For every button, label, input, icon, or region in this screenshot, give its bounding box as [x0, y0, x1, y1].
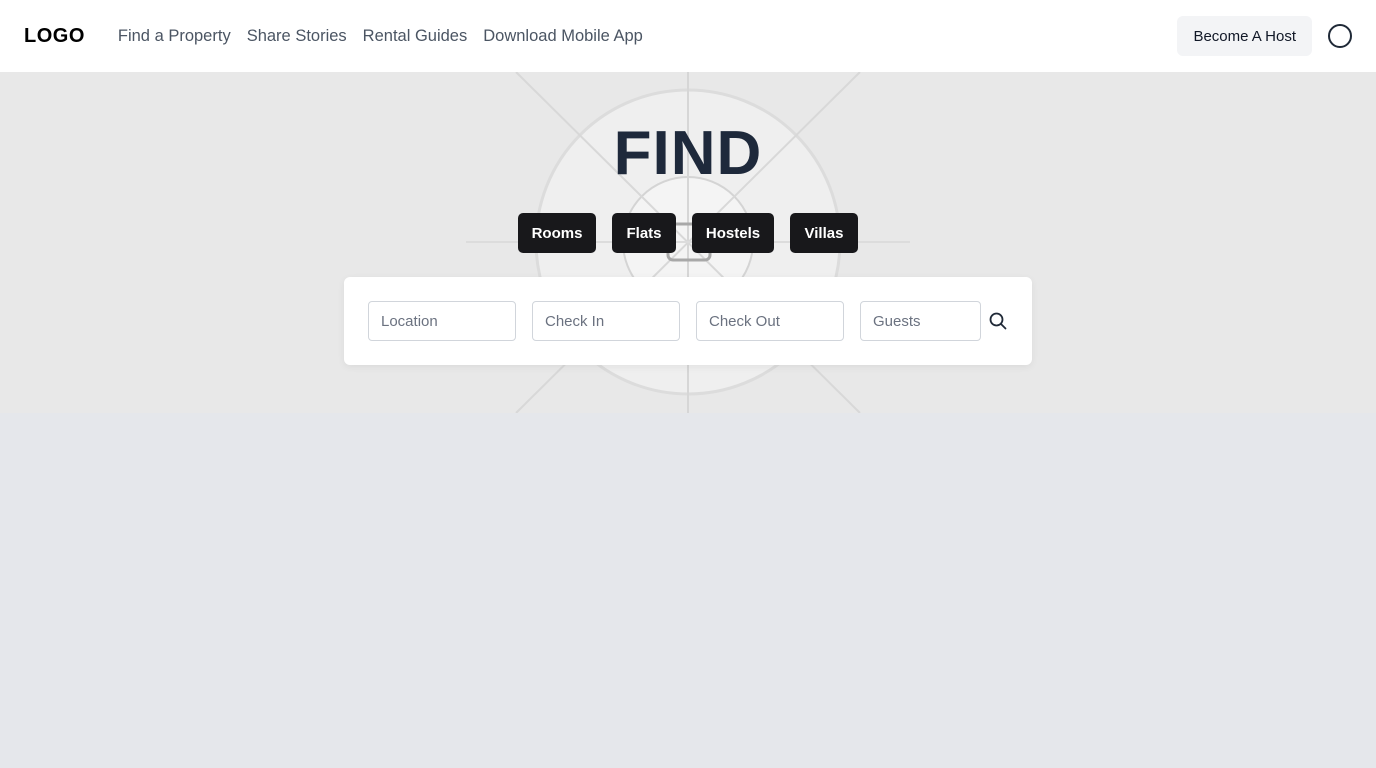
nav-find-a-property[interactable]: Find a Property	[118, 27, 231, 46]
nav-download-mobile-app[interactable]: Download Mobile App	[483, 27, 643, 46]
nav-share-stories[interactable]: Share Stories	[247, 27, 347, 46]
hero-section: FIND Rooms Flats Hostels Villas	[0, 72, 1376, 413]
main-nav: Find a Property Share Stories Rental Gui…	[118, 27, 643, 46]
search-panel	[344, 277, 1032, 365]
check-in-input[interactable]	[532, 301, 680, 341]
hero-title: FIND	[613, 119, 763, 188]
category-flats-button[interactable]: Flats	[612, 213, 676, 253]
logo[interactable]: LOGO	[24, 25, 85, 48]
guests-input[interactable]	[860, 301, 981, 341]
check-out-input[interactable]	[696, 301, 844, 341]
header-actions: Become A Host	[1177, 16, 1352, 56]
become-a-host-button[interactable]: Become A Host	[1177, 16, 1312, 56]
category-rooms-button[interactable]: Rooms	[518, 213, 596, 253]
category-hostels-button[interactable]: Hostels	[692, 213, 774, 253]
user-circle-icon[interactable]	[1328, 24, 1352, 48]
search-icon[interactable]	[988, 311, 1008, 331]
location-input[interactable]	[368, 301, 516, 341]
category-villas-button[interactable]: Villas	[790, 213, 858, 253]
nav-rental-guides[interactable]: Rental Guides	[363, 27, 468, 46]
top-header: LOGO Find a Property Share Stories Renta…	[0, 0, 1376, 72]
